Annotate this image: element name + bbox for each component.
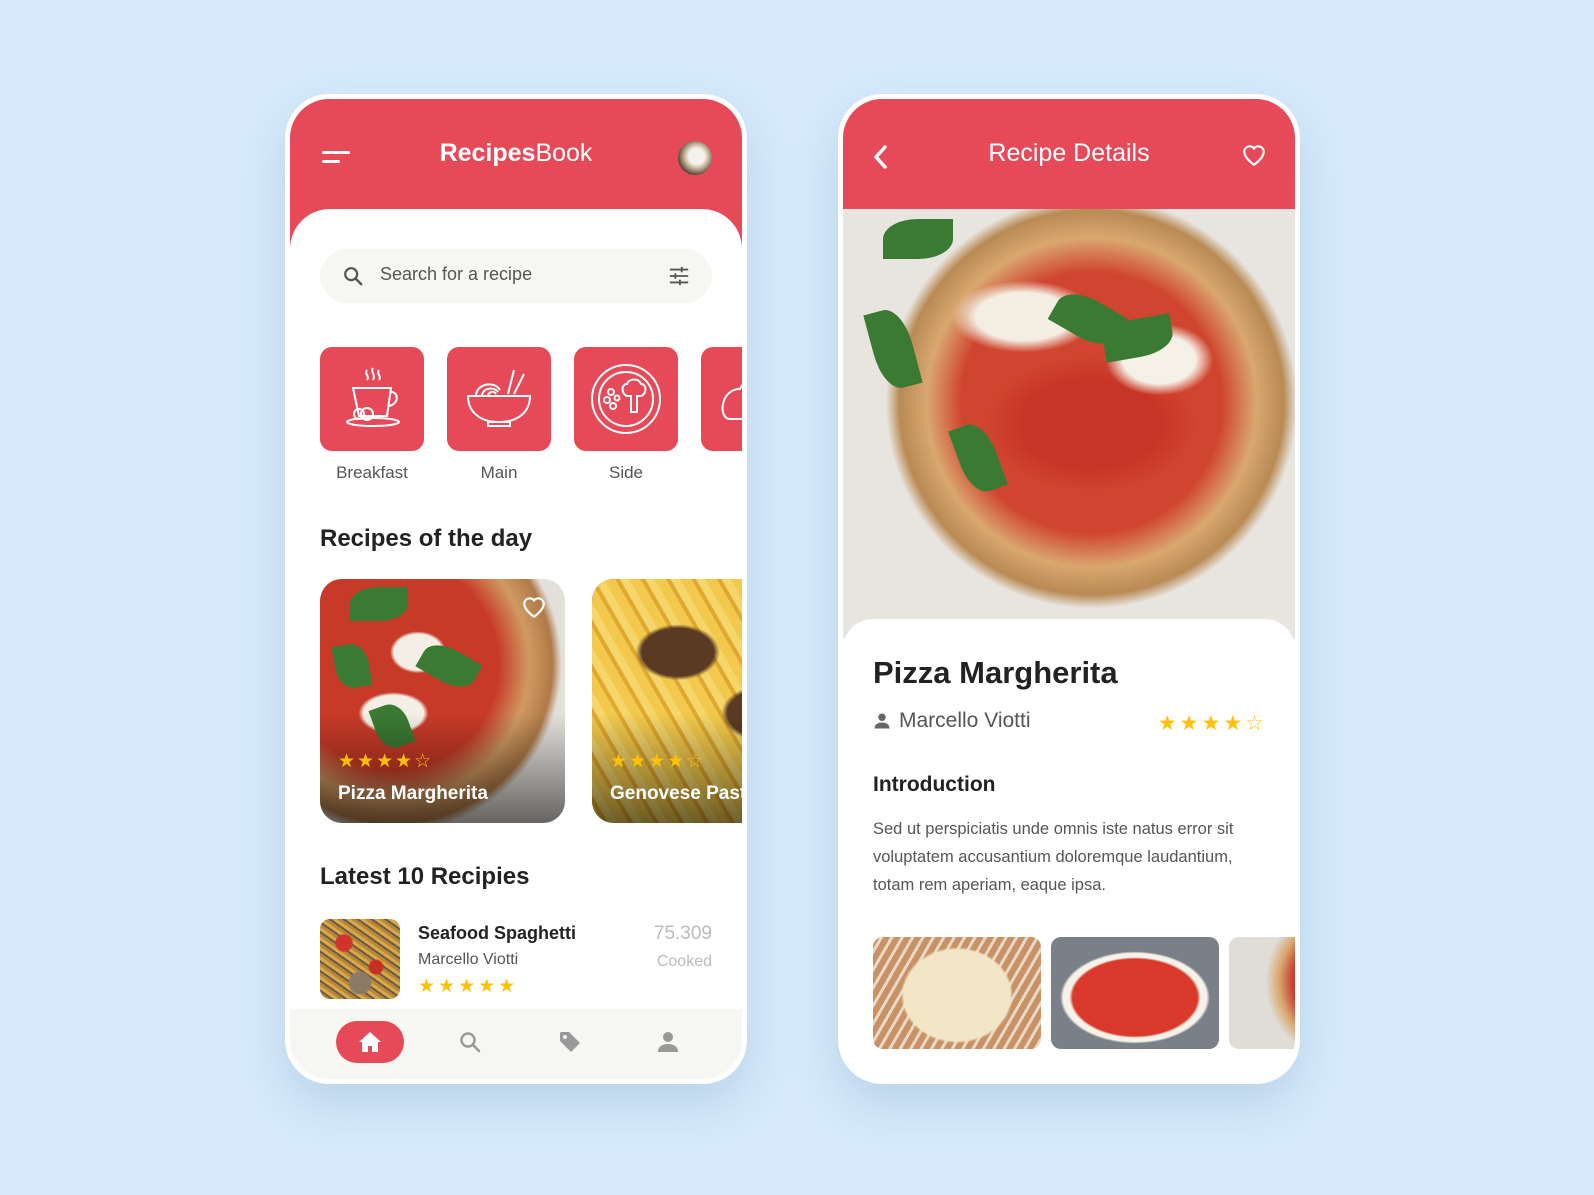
recipe-title: Pizza Margherita [873, 655, 1118, 690]
step-image-sauce[interactable] [1051, 937, 1219, 1049]
category-label: Main [480, 463, 518, 482]
heart-icon[interactable] [1241, 143, 1267, 167]
recipe-thumbnail [320, 919, 400, 999]
app-title: RecipesBook [290, 139, 742, 168]
recipe-card[interactable]: ★★★★☆ Pizza Margherita [320, 579, 565, 823]
bottom-nav [290, 1009, 742, 1079]
recipe-card-name: Genovese Pasta [610, 783, 742, 804]
details-title: Recipe Details [988, 139, 1150, 167]
introduction-text: Sed ut perspiciatis unde omnis iste natu… [873, 820, 1234, 894]
rating-stars: ★★★★★ [418, 976, 519, 997]
tag-icon [560, 1032, 580, 1052]
search-icon [344, 267, 363, 286]
author-name: Marcello Viotti [899, 709, 1031, 732]
recipe-author: Marcello Viotti [418, 951, 519, 968]
coffee-cup-icon [346, 367, 400, 427]
category-list: Breakfast Main Side Br [320, 347, 742, 487]
home-screen: RecipesBook Search for a recipe Breakfas… [285, 94, 747, 1084]
list-item[interactable]: Seafood Spaghetti Marcello Viotti ★★★★★ … [320, 919, 712, 999]
basil-leaf [883, 219, 953, 259]
step-image-dough[interactable] [873, 937, 1041, 1049]
basil-leaf [863, 305, 923, 393]
person-icon [874, 713, 890, 729]
category-main[interactable]: Main [447, 347, 551, 483]
cooked-count: 75.309 [653, 923, 712, 944]
category-breakfast[interactable]: Breakfast [320, 347, 424, 483]
noodle-bowl-icon [466, 369, 532, 427]
recipe-details-sheet: Pizza Margherita Marcello Viotti ★★★★☆ I… [843, 619, 1295, 1079]
basil-leaf [948, 418, 1008, 498]
rating-stars: ★★★★☆ [1157, 712, 1267, 735]
category-side[interactable]: Side [574, 347, 678, 483]
recipe-title: Seafood Spaghetti [418, 923, 577, 943]
rating-stars: ★★★★☆ [338, 751, 434, 772]
app-title-regular: Book [535, 139, 593, 167]
recipe-hero-image [843, 209, 1295, 639]
bread-icon [721, 384, 742, 420]
home-icon [359, 1032, 381, 1052]
step-images [873, 937, 1295, 1049]
recipes-of-day-title: Recipes of the day [320, 525, 533, 552]
search-input[interactable]: Search for a recipe [320, 249, 712, 303]
introduction-heading: Introduction [873, 773, 996, 796]
recipes-of-day-list: ★★★★☆ Pizza Margherita ★★★★☆ Genovese Pa… [320, 579, 742, 823]
recipe-card-name: Pizza Margherita [338, 783, 488, 804]
app-title-bold: Recipes [439, 139, 536, 167]
step-image-baked[interactable] [1229, 937, 1295, 1049]
nav-tags[interactable] [550, 1021, 590, 1063]
category-bread[interactable]: Br [701, 347, 742, 483]
nav-home[interactable] [336, 1021, 404, 1063]
recipe-author: Marcello Viotti [873, 709, 1031, 733]
rating-stars: ★★★★☆ [610, 751, 706, 772]
details-screen: Recipe Details Pizza Margherita Marcello… [838, 94, 1300, 1084]
profile-icon [658, 1032, 678, 1052]
search-icon [460, 1032, 481, 1053]
user-avatar[interactable] [678, 141, 712, 175]
category-label: Br [701, 463, 742, 483]
category-label: Breakfast [336, 463, 408, 482]
filter-icon[interactable] [668, 265, 690, 287]
heart-icon[interactable] [521, 595, 547, 619]
nav-profile[interactable] [648, 1021, 688, 1063]
latest-recipes-title: Latest 10 Recipies [320, 863, 530, 890]
cooked-label: Cooked [656, 953, 712, 970]
nav-search[interactable] [450, 1021, 490, 1063]
search-placeholder: Search for a recipe [380, 264, 533, 284]
category-label: Side [608, 463, 644, 482]
recipe-card[interactable]: ★★★★☆ Genovese Pasta [592, 579, 742, 823]
salad-plate-icon [591, 364, 661, 434]
basil-leaf [350, 587, 408, 621]
